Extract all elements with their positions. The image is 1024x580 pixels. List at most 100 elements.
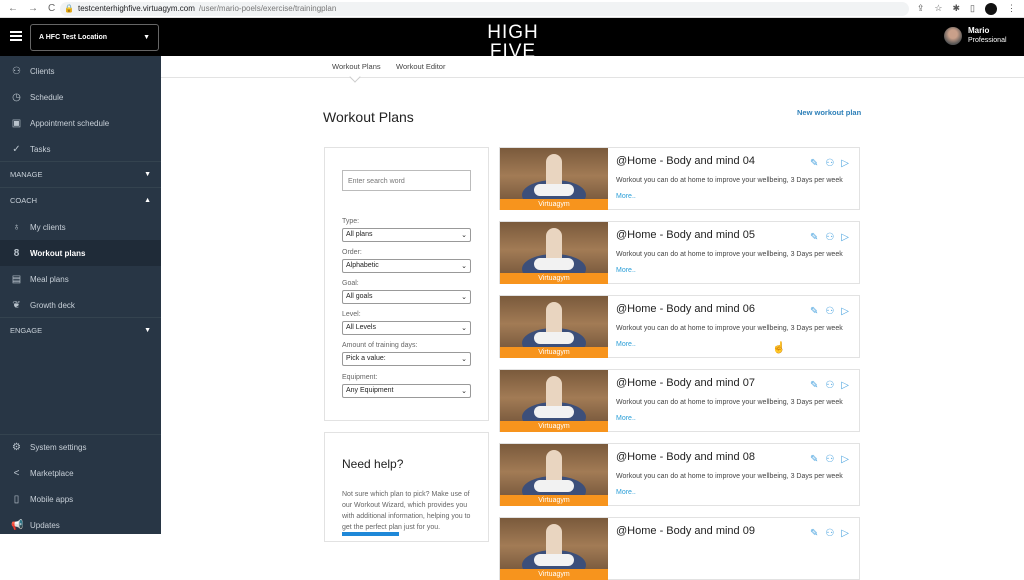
plan-title[interactable]: @Home - Body and mind 04 xyxy=(616,155,755,167)
more-link[interactable]: More.. xyxy=(616,489,636,496)
share-icon[interactable]: ⇪ xyxy=(917,3,925,14)
more-link[interactable]: More.. xyxy=(616,267,636,274)
help-title: Need help? xyxy=(342,457,404,471)
sidebar-item-mobile-apps[interactable]: ▯ Mobile apps xyxy=(0,486,161,512)
more-link[interactable]: More.. xyxy=(616,415,636,422)
plan-thumbnail[interactable]: Virtuagym xyxy=(500,370,608,432)
plan-title[interactable]: @Home - Body and mind 06 xyxy=(616,303,755,315)
assign-client-icon[interactable]: ⚇ xyxy=(825,454,834,465)
plan-title[interactable]: @Home - Body and mind 08 xyxy=(616,451,755,463)
chevron-down-icon: ⌄ xyxy=(461,356,467,363)
edit-icon[interactable]: ✎ xyxy=(810,232,818,243)
sidebar: ⚇ Clients ◷ Schedule ▣ Appointment schedule… xyxy=(0,56,161,534)
plan-badge: Virtuagym xyxy=(500,347,608,358)
plan-title[interactable]: @Home - Body and mind 07 xyxy=(616,377,755,389)
chevron-down-icon: ⌄ xyxy=(461,232,467,239)
legs-shape xyxy=(534,480,574,492)
hamburger-icon[interactable] xyxy=(10,31,22,41)
sidebar-item-schedule[interactable]: ◷ Schedule xyxy=(0,84,161,110)
order-select[interactable]: Alphabetic ⌄ xyxy=(342,259,471,273)
sidebar-item-growth-deck[interactable]: ❦ Growth deck xyxy=(0,292,161,318)
plan-thumbnail[interactable]: Virtuagym xyxy=(500,444,608,506)
sidebar-item-system-settings[interactable]: ⚙ System settings xyxy=(0,434,161,460)
figure-shape xyxy=(546,154,562,188)
assign-client-icon[interactable]: ⚇ xyxy=(825,232,834,243)
figure-shape xyxy=(546,450,562,484)
user-menu[interactable]: Mario Professional xyxy=(944,26,1007,45)
plan-description: Workout you can do at home to improve yo… xyxy=(616,177,843,184)
browser-bar: ← → C 🔒 testcenterhighfive.virtuagym.com/us… xyxy=(0,0,1024,18)
assign-client-icon[interactable]: ⚇ xyxy=(825,158,834,169)
back-icon[interactable]: ← xyxy=(8,3,18,14)
play-icon[interactable]: ▷ xyxy=(841,232,849,243)
workout-wizard-button[interactable] xyxy=(342,532,399,536)
plan-thumbnail[interactable]: Virtuagym xyxy=(500,148,608,210)
figure-shape xyxy=(546,228,562,262)
plan-card[interactable]: Virtuagym @Home - Body and mind 09 ✎ ⚇ ▷ xyxy=(499,517,860,580)
sidebar-item-my-clients[interactable]: ♁ My clients xyxy=(0,214,161,240)
edit-icon[interactable]: ✎ xyxy=(810,380,818,391)
level-select[interactable]: All Levels ⌄ xyxy=(342,321,471,335)
sidebar-section-manage[interactable]: MANAGE ▼ xyxy=(0,161,161,187)
tab-workout-plans[interactable]: Workout Plans xyxy=(332,62,381,71)
star-icon[interactable]: ☆ xyxy=(934,3,942,14)
assign-client-icon[interactable]: ⚇ xyxy=(825,380,834,391)
forward-icon[interactable]: → xyxy=(28,3,38,14)
plan-card[interactable]: Virtuagym @Home - Body and mind 08 Worko… xyxy=(499,443,860,506)
extensions-icon[interactable]: ✱ xyxy=(953,3,961,14)
edit-icon[interactable]: ✎ xyxy=(810,454,818,465)
sidepanel-icon[interactable]: ▯ xyxy=(970,3,975,14)
training-days-select[interactable]: Pick a value: ⌄ xyxy=(342,352,471,366)
sidebar-item-marketplace[interactable]: < Marketplace xyxy=(0,460,161,486)
search-input[interactable]: Enter search word xyxy=(342,170,471,191)
check-icon: ✓ xyxy=(12,143,21,155)
sidebar-item-appointment-schedule[interactable]: ▣ Appointment schedule xyxy=(0,110,161,136)
dropdown-icon: ▼ xyxy=(143,34,150,41)
reload-icon[interactable]: C xyxy=(48,3,55,14)
filter-panel: Enter search word Type: All plans ⌄ Order… xyxy=(324,147,489,421)
play-icon[interactable]: ▷ xyxy=(841,380,849,391)
goal-select[interactable]: All goals ⌄ xyxy=(342,290,471,304)
sidebar-section-engage[interactable]: ENGAGE ▼ xyxy=(0,317,161,343)
plan-thumbnail[interactable]: Virtuagym xyxy=(500,296,608,358)
play-icon[interactable]: ▷ xyxy=(841,454,849,465)
more-link[interactable]: More.. xyxy=(616,193,636,200)
figure-shape xyxy=(546,524,562,558)
sidebar-item-tasks[interactable]: ✓ Tasks xyxy=(0,136,161,162)
tab-workout-editor[interactable]: Workout Editor xyxy=(396,62,445,71)
play-icon[interactable]: ▷ xyxy=(841,306,849,317)
sidebar-item-workout-plans[interactable]: 8 Workout plans xyxy=(0,240,161,266)
plan-thumbnail[interactable]: Virtuagym xyxy=(500,222,608,284)
avatar xyxy=(944,26,962,45)
location-select[interactable]: A HFC Test Location ▼ xyxy=(30,24,159,51)
share-icon: < xyxy=(13,467,20,479)
plan-card[interactable]: Virtuagym @Home - Body and mind 06 Worko… xyxy=(499,295,860,358)
plan-card[interactable]: Virtuagym @Home - Body and mind 04 Worko… xyxy=(499,147,860,210)
play-icon[interactable]: ▷ xyxy=(841,158,849,169)
new-workout-plan-link[interactable]: New workout plan xyxy=(797,108,861,117)
address-bar[interactable]: 🔒 testcenterhighfive.virtuagym.com/user/m… xyxy=(60,1,909,16)
gear-icon: ⚙ xyxy=(12,442,21,453)
plan-card[interactable]: Virtuagym @Home - Body and mind 05 Worko… xyxy=(499,221,860,284)
edit-icon[interactable]: ✎ xyxy=(810,158,818,169)
plan-title[interactable]: @Home - Body and mind 09 xyxy=(616,525,755,537)
chevron-down-icon: ⌄ xyxy=(461,388,467,395)
menu-icon[interactable]: ⋮ xyxy=(1007,3,1016,14)
edit-icon[interactable]: ✎ xyxy=(810,306,818,317)
plan-badge: Virtuagym xyxy=(500,199,608,210)
plan-badge: Virtuagym xyxy=(500,273,608,284)
sidebar-section-coach[interactable]: COACH ▲ xyxy=(0,187,161,213)
sidebar-item-meal-plans[interactable]: ▤ Meal plans xyxy=(0,266,161,292)
sidebar-item-updates[interactable]: 📢 Updates xyxy=(0,512,161,538)
assign-client-icon[interactable]: ⚇ xyxy=(825,306,834,317)
plan-card[interactable]: Virtuagym @Home - Body and mind 07 Worko… xyxy=(499,369,860,432)
sidebar-item-clients[interactable]: ⚇ Clients xyxy=(0,58,161,84)
more-link[interactable]: More.. xyxy=(616,341,636,348)
plan-thumbnail[interactable]: Virtuagym xyxy=(500,518,608,580)
profile-icon[interactable] xyxy=(985,2,997,15)
type-select[interactable]: All plans ⌄ xyxy=(342,228,471,242)
equipment-select[interactable]: Any Equipment ⌄ xyxy=(342,384,471,398)
plan-title[interactable]: @Home - Body and mind 05 xyxy=(616,229,755,241)
help-text: Not sure which plan to pick? Make use of… xyxy=(342,491,471,531)
legs-shape xyxy=(534,332,574,344)
